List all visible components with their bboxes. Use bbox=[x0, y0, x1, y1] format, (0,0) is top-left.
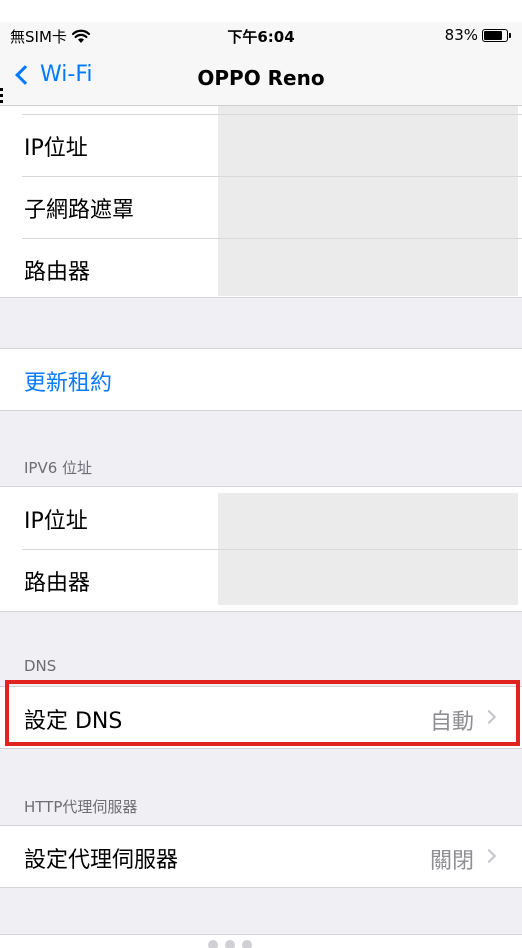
dot bbox=[225, 940, 235, 948]
battery-icon bbox=[482, 28, 511, 42]
battery-level bbox=[484, 30, 503, 40]
dns-header: DNS bbox=[24, 657, 57, 675]
status-right: 83% bbox=[444, 26, 511, 44]
configure-proxy-value: 關閉 bbox=[429, 849, 474, 874]
bottom-group-edge bbox=[0, 934, 522, 948]
ipv6-header: IPV6 位址 bbox=[24, 459, 93, 477]
ipv4-router-label: 路由器 bbox=[24, 260, 91, 285]
proxy-header: HTTP代理伺服器 bbox=[24, 798, 138, 816]
dot bbox=[208, 940, 218, 948]
highlight-box bbox=[5, 680, 520, 746]
chevron-right-icon bbox=[481, 848, 497, 864]
battery-percent: 83% bbox=[444, 26, 478, 44]
navigation-bar: Wi-Fi OPPO Reno bbox=[0, 50, 522, 106]
renew-lease-button[interactable]: 更新租約 bbox=[24, 365, 112, 397]
top-band bbox=[0, 0, 522, 22]
ipv4-group: IP位址 子網路遮罩 路由器 bbox=[0, 106, 522, 298]
configure-proxy-label: 設定代理伺服器 bbox=[24, 848, 179, 873]
ipv6-router-row: 路由器 bbox=[0, 549, 522, 611]
page-dots bbox=[208, 940, 252, 948]
ipv4-subnet-row: 子網路遮罩 bbox=[0, 176, 522, 238]
dot bbox=[242, 940, 252, 948]
ipv6-group: IP位址 路由器 bbox=[0, 486, 522, 612]
page-title: OPPO Reno bbox=[197, 66, 325, 90]
ipv4-ip-label: IP位址 bbox=[24, 136, 88, 161]
proxy-group: 設定代理伺服器 關閉 bbox=[0, 825, 522, 888]
configure-proxy-row[interactable]: 設定代理伺服器 關閉 bbox=[0, 826, 522, 888]
ipv4-router-row: 路由器 bbox=[0, 238, 522, 300]
ipv4-ip-row: IP位址 bbox=[0, 114, 522, 176]
ipv4-ip-row bbox=[0, 106, 522, 114]
ipv6-router-label: 路由器 bbox=[24, 571, 91, 596]
status-bar: 無SIM卡 下午6:04 83% bbox=[0, 22, 522, 50]
ipv4-subnet-label: 子網路遮罩 bbox=[24, 198, 135, 223]
ipv6-ip-label: IP位址 bbox=[24, 509, 88, 534]
ipv6-ip-row: IP位址 bbox=[0, 487, 522, 549]
renew-group: 更新租約 bbox=[0, 348, 522, 411]
renew-lease-row[interactable]: 更新租約 bbox=[0, 349, 522, 411]
